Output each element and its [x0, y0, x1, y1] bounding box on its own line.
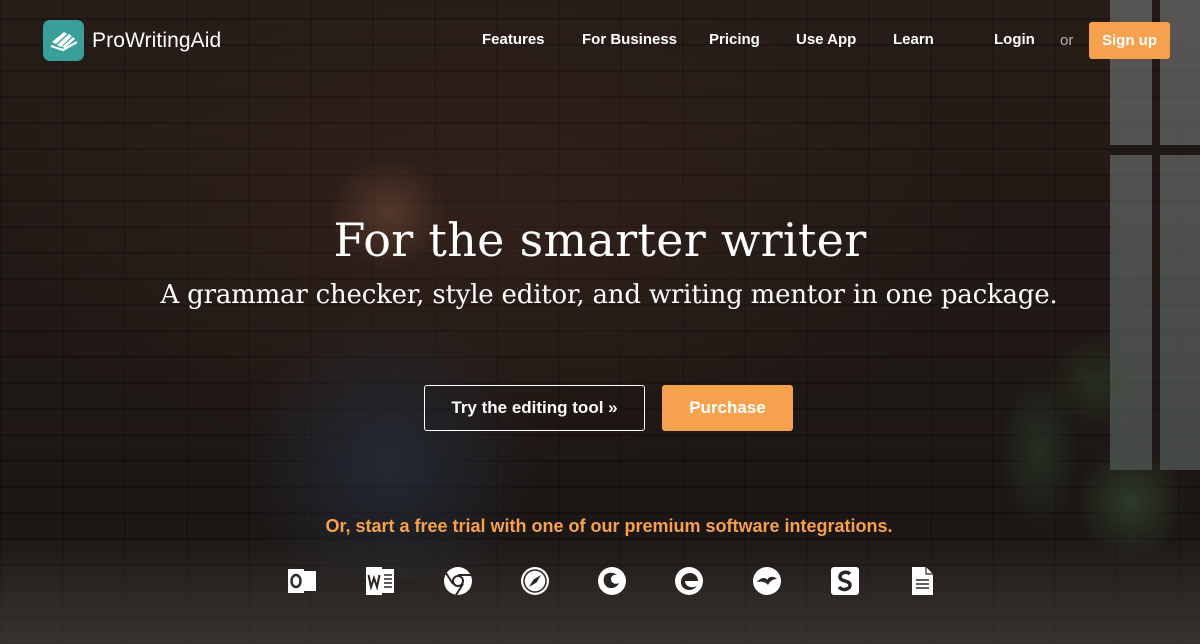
nav-learn[interactable]: Learn — [893, 31, 934, 48]
site-header: ProWritingAid Features For Business Pric… — [0, 0, 1200, 82]
document-icon[interactable] — [906, 565, 938, 597]
openoffice-icon[interactable] — [751, 565, 783, 597]
hero-title: For the smarter writer — [333, 213, 867, 267]
firefox-icon[interactable] — [596, 565, 628, 597]
word-icon[interactable] — [364, 565, 396, 597]
dark-overlay — [0, 0, 1200, 644]
safari-icon[interactable] — [519, 565, 551, 597]
try-editing-tool-button[interactable]: Try the editing tool » — [424, 385, 645, 431]
edge-icon[interactable] — [673, 565, 705, 597]
scrivener-icon[interactable] — [829, 565, 861, 597]
feather-book-icon — [43, 20, 84, 61]
hero-background — [0, 0, 1200, 644]
nav-use-app[interactable]: Use App — [796, 31, 856, 48]
brand-logo[interactable]: ProWritingAid — [43, 20, 221, 61]
or-separator: or — [1060, 32, 1074, 49]
integrations-row — [0, 565, 1200, 597]
signup-button[interactable]: Sign up — [1089, 22, 1170, 59]
nav-features[interactable]: Features — [482, 31, 545, 48]
nav-pricing[interactable]: Pricing — [709, 31, 760, 48]
nav-for-business[interactable]: For Business — [582, 31, 677, 48]
chrome-icon[interactable] — [442, 565, 474, 597]
hero-subtitle: A grammar checker, style editor, and wri… — [160, 280, 1058, 310]
login-link[interactable]: Login — [994, 31, 1035, 48]
brand-name: ProWritingAid — [92, 28, 222, 52]
free-trial-text: Or, start a free trial with one of our p… — [325, 516, 893, 536]
outlook-icon[interactable] — [286, 565, 318, 597]
purchase-button[interactable]: Purchase — [662, 385, 793, 431]
